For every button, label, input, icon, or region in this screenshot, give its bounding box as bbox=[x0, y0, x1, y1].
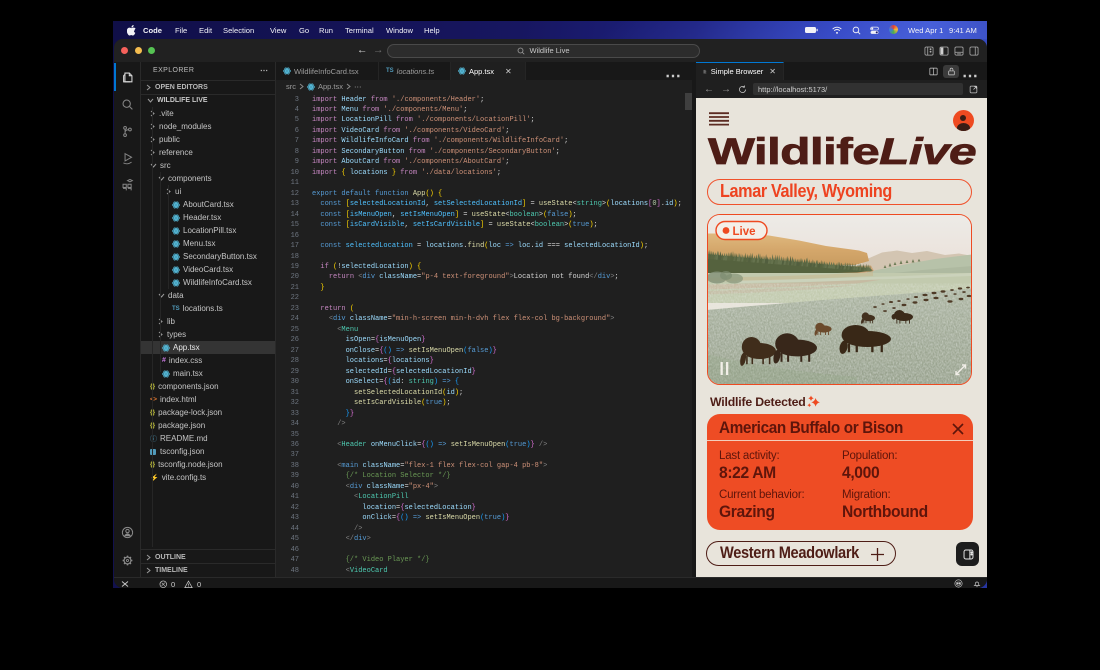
svg-text:Live: Live bbox=[732, 225, 755, 237]
